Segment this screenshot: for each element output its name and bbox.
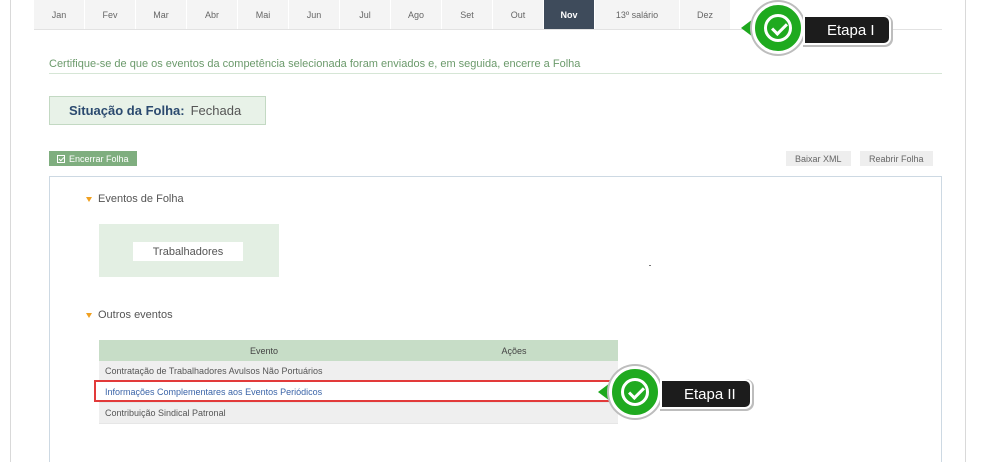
tab-jan[interactable]: Jan xyxy=(34,0,85,29)
column-actions: Ações xyxy=(501,345,527,356)
caret-down-icon xyxy=(86,196,92,202)
tab-mai[interactable]: Mai xyxy=(238,0,289,29)
tab-set[interactable]: Set xyxy=(442,0,493,29)
download-xml-button[interactable]: Baixar XML xyxy=(786,151,851,166)
tab-13-salario[interactable]: 13º salário xyxy=(595,0,680,29)
table-row[interactable]: Contribuição Sindical Patronal xyxy=(99,403,618,424)
checkbox-icon xyxy=(57,154,65,163)
table-row[interactable]: Contratação de Trabalhadores Avulsos Não… xyxy=(99,361,618,382)
payroll-status-value: Fechada xyxy=(190,103,242,118)
close-payroll-label: Encerrar Folha xyxy=(69,153,129,164)
other-events-section[interactable]: Outros eventos xyxy=(86,309,173,321)
check-icon xyxy=(752,2,804,54)
month-tabs: Jan Fev Mar Abr Mai Jun Jul Ago Set Out … xyxy=(34,0,731,29)
payroll-status-box: Situação da Folha: Fechada xyxy=(49,96,266,125)
payroll-status-label: Situação da Folha: xyxy=(69,103,185,118)
tab-mar[interactable]: Mar xyxy=(136,0,187,29)
payroll-events-section[interactable]: Eventos de Folha xyxy=(86,193,184,205)
caret-down-icon xyxy=(86,312,92,318)
column-event: Evento xyxy=(249,345,279,356)
close-payroll-button[interactable]: Encerrar Folha xyxy=(49,151,137,166)
tab-nov[interactable]: Nov xyxy=(544,0,595,29)
stray-dot xyxy=(649,265,651,266)
tab-fev[interactable]: Fev xyxy=(85,0,136,29)
check-icon xyxy=(609,366,661,418)
tab-jul[interactable]: Jul xyxy=(340,0,391,29)
tab-out[interactable]: Out xyxy=(493,0,544,29)
payroll-events-title: Eventos de Folha xyxy=(98,193,184,205)
tab-jun[interactable]: Jun xyxy=(289,0,340,29)
tab-abr[interactable]: Abr xyxy=(187,0,238,29)
table-header: Evento Ações xyxy=(99,340,618,361)
other-events-title: Outros eventos xyxy=(98,309,173,321)
workers-button[interactable]: Trabalhadores xyxy=(133,242,243,261)
highlight-box xyxy=(94,380,621,402)
instruction-text: Certifique-se de que os eventos da compe… xyxy=(49,58,581,70)
callout-step-1-label: Etapa I xyxy=(803,15,891,45)
instruction-divider xyxy=(49,73,942,74)
tab-ago[interactable]: Ago xyxy=(391,0,442,29)
reopen-payroll-button[interactable]: Reabrir Folha xyxy=(860,151,933,166)
callout-step-2-label: Etapa II xyxy=(660,379,752,409)
tab-dez[interactable]: Dez xyxy=(680,0,731,29)
